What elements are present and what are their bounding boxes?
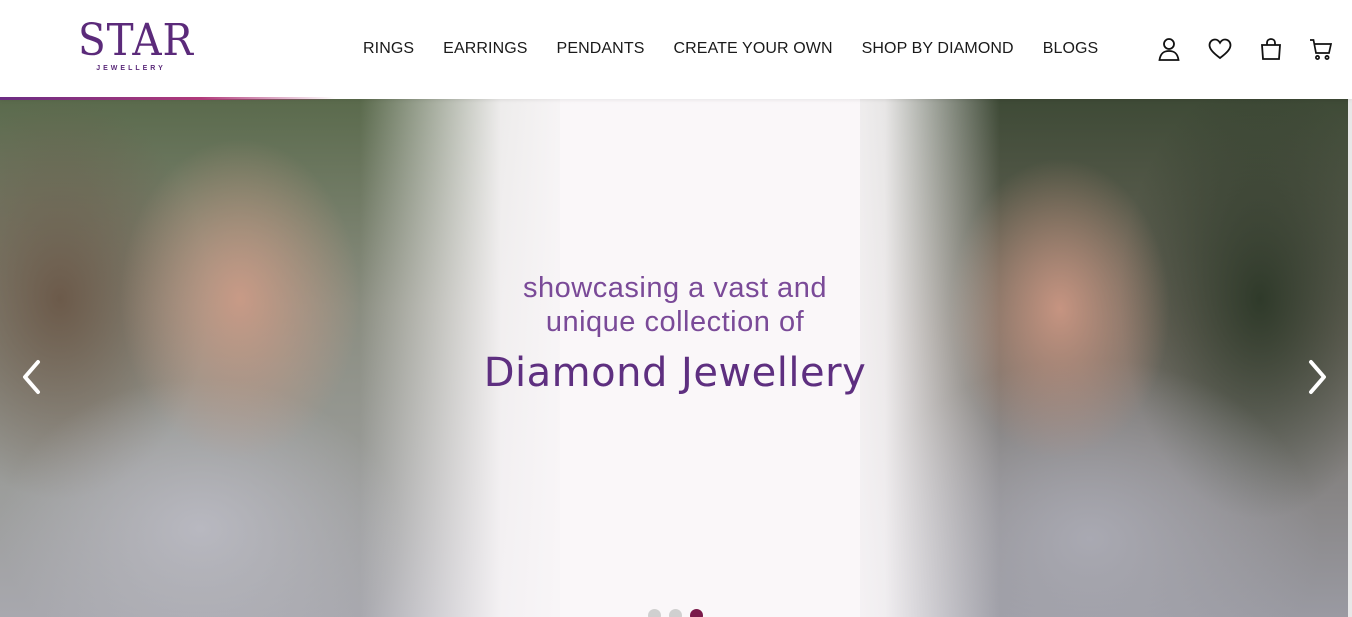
wishlist-button[interactable] — [1207, 36, 1233, 62]
account-button[interactable] — [1156, 36, 1182, 62]
site-header: STAR JEWELLERY RINGS EARRINGS PENDANTS C… — [0, 0, 1352, 100]
logo-wordmark: STAR — [78, 15, 194, 66]
header-accent-line — [0, 97, 335, 100]
shopping-bag-icon — [1261, 38, 1281, 60]
nav-item-blogs[interactable]: BLOGS — [1043, 38, 1099, 60]
carousel-prev-button[interactable] — [17, 357, 47, 397]
bag-button[interactable] — [1258, 36, 1284, 62]
nav-item-rings[interactable]: RINGS — [363, 38, 414, 60]
hero-title: Diamond Jewellery — [483, 350, 867, 396]
nav-item-pendants[interactable]: PENDANTS — [557, 38, 645, 60]
hero-caption: showcasing a vast and unique collection … — [430, 271, 920, 399]
nav-item-shop-by-diamond[interactable]: SHOP BY DIAMOND — [862, 38, 1014, 60]
carousel-dots — [648, 609, 703, 617]
page-scrollbar[interactable] — [1348, 99, 1352, 617]
hero-tagline-line2: unique collection of — [545, 306, 805, 338]
cart-icon — [1310, 39, 1333, 60]
brand-logo[interactable]: STAR JEWELLERY — [78, 15, 194, 80]
carousel-next-button[interactable] — [1302, 357, 1332, 397]
cart-button[interactable] — [1308, 36, 1334, 62]
heart-icon — [1208, 38, 1232, 60]
user-icon — [1158, 38, 1180, 61]
nav-item-earrings[interactable]: EARRINGS — [443, 38, 527, 60]
hero-carousel: showcasing a vast and unique collection … — [0, 99, 1352, 617]
nav-item-create-your-own[interactable]: CREATE YOUR OWN — [673, 38, 832, 60]
carousel-dot-1[interactable] — [648, 609, 661, 617]
carousel-dot-2[interactable] — [669, 609, 682, 617]
chevron-right-icon — [1309, 360, 1326, 394]
carousel-dot-3[interactable] — [690, 609, 703, 617]
logo-subtitle: JEWELLERY — [96, 65, 166, 72]
main-nav: RINGS EARRINGS PENDANTS CREATE YOUR OWN … — [363, 38, 1098, 60]
chevron-left-icon — [23, 360, 40, 394]
hero-tagline-line1: showcasing a vast and — [523, 272, 827, 304]
